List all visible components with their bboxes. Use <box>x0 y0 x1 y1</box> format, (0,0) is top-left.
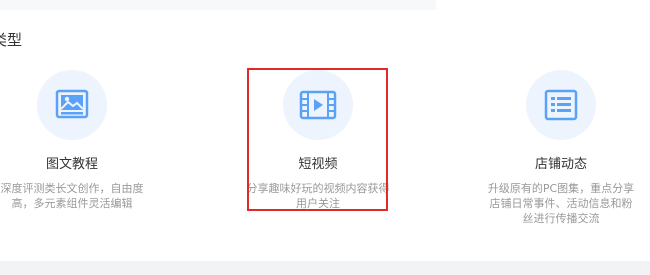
type-card-graphic-tutorial[interactable]: 图文教程 深度评测类长文创作，自由度 高，多元素组件灵活编辑 <box>0 70 157 211</box>
bottom-strip <box>0 261 650 275</box>
type-card-store-news[interactable]: 店铺动态 升级原有的PC图集，重点分享 店铺日常事件、活动信息和粉 丝进行传播交… <box>476 70 646 226</box>
list-doc-icon <box>544 89 578 121</box>
card-desc: 升级原有的PC图集，重点分享 店铺日常事件、活动信息和粉 丝进行传播交流 <box>487 182 635 225</box>
card-name: 店铺动态 <box>534 157 587 172</box>
icon-circle <box>37 70 107 140</box>
card-name: 图文教程 <box>45 157 98 172</box>
icon-circle <box>526 70 596 140</box>
section-title: 类型 <box>0 31 23 49</box>
image-doc-icon <box>55 89 89 119</box>
top-panel-strip <box>0 0 436 10</box>
card-desc: 深度评测类长文创作，自由度 高，多元素组件灵活编辑 <box>0 182 144 210</box>
selection-highlight-box <box>247 68 388 211</box>
